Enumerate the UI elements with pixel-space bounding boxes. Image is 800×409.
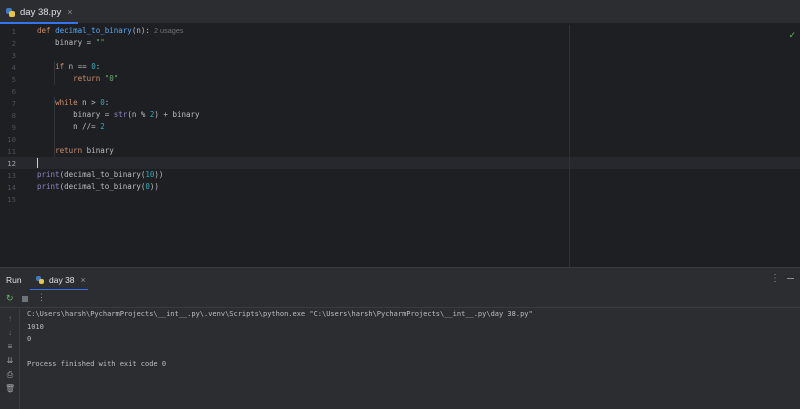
run-toolbar: ↻ ⋮: [0, 290, 800, 308]
console-line: C:\Users\harsh\PycharmProjects\__int__.p…: [27, 310, 533, 318]
code-line: binary = str(n % 2) + binary: [37, 109, 200, 121]
code-line: def decimal_to_binary(n): 2 usages: [37, 25, 184, 37]
code-token: decimal_to_binary: [55, 26, 132, 35]
line-number: 3: [11, 51, 16, 60]
code-token: binary =: [37, 110, 114, 119]
code-token: :: [95, 62, 101, 71]
code-token: )): [149, 182, 159, 191]
check-icon[interactable]: ✓: [788, 30, 796, 41]
code-line: print(decimal_to_binary(0)): [37, 181, 159, 193]
code-token: binary =: [37, 38, 96, 47]
code-token: "0": [104, 74, 119, 83]
print-icon[interactable]: ⎙: [5, 370, 15, 380]
trash-icon[interactable]: 🗑: [5, 384, 15, 393]
code-token: (decimal_to_binary(: [59, 182, 146, 191]
run-tab-label: day 38: [49, 274, 75, 285]
up-arrow-icon[interactable]: ↑: [5, 314, 15, 323]
code-token: return: [73, 74, 105, 83]
line-number: 5: [11, 75, 16, 84]
line-number: 6: [11, 87, 16, 96]
scroll-to-end-icon[interactable]: ⇊: [5, 356, 15, 365]
line-number: 12: [7, 159, 16, 168]
console-line: 0: [27, 335, 32, 343]
more-icon[interactable]: ⋮: [37, 292, 46, 303]
console-side-toolbar: ↑ ↓ ≡ ⇊ ⎙ 🗑: [0, 308, 20, 409]
line-number: 4: [11, 63, 16, 72]
code-editor[interactable]: 1 2 3 4 5 6 7 8 9 10 11 12 13 14 15 def decimal_to_bin…: [0, 25, 800, 267]
line-number: 13: [7, 171, 16, 180]
line-number-gutter: 1 2 3 4 5 6 7 8 9 10 11 12 13 14 15: [0, 25, 36, 267]
code-token: (decimal_to_binary(: [59, 170, 146, 179]
text-caret: [37, 158, 38, 168]
code-token: return: [55, 146, 87, 155]
code-token: (n):: [131, 26, 150, 35]
code-line: if n == 0:: [37, 61, 100, 73]
right-margin-guide: [569, 25, 570, 267]
usages-hint[interactable]: 2 usages: [150, 26, 184, 35]
python-file-icon: [6, 7, 15, 17]
code-token: n //=: [37, 122, 101, 131]
code-token: str: [113, 110, 128, 119]
current-line-highlight: [0, 157, 800, 169]
line-number: 14: [7, 183, 16, 192]
code-line: return "0": [37, 73, 118, 85]
console-line: 1010: [27, 322, 44, 331]
line-number: 7: [11, 99, 16, 108]
minimize-icon[interactable]: [787, 278, 794, 279]
run-tool-window: ↻ ⋮ ↑ ↓ ≡ ⇊ ⎙ 🗑 C:\Users\harsh\PycharmPr…: [0, 290, 800, 409]
code-token: "": [95, 38, 105, 47]
python-file-icon: [36, 275, 44, 284]
code-token: :: [104, 98, 110, 107]
run-tab-day38[interactable]: day 38 ×: [30, 268, 88, 291]
code-token: binary: [86, 146, 114, 155]
line-number: 2: [11, 39, 16, 48]
rerun-icon[interactable]: ↻: [6, 293, 14, 304]
code-line: while n > 0:: [37, 97, 109, 109]
code-token: def: [37, 26, 56, 35]
code-token: if: [55, 62, 69, 71]
code-line: binary = "": [37, 37, 105, 49]
close-run-tab-icon[interactable]: ×: [81, 275, 86, 285]
line-number: 11: [7, 147, 16, 156]
code-token: n ==: [68, 62, 92, 71]
line-number: 15: [7, 195, 16, 204]
line-number: 8: [11, 111, 16, 120]
more-options-icon[interactable]: ⋮: [770, 273, 780, 284]
editor-tab-day38[interactable]: day 38.py ×: [0, 0, 78, 24]
code-token: n >: [82, 98, 101, 107]
stop-icon[interactable]: [22, 296, 28, 302]
run-tool-window-header: Run day 38 × ⋮: [0, 267, 800, 291]
close-tab-icon[interactable]: ×: [67, 7, 72, 17]
line-number: 1: [11, 27, 16, 36]
line-number: 9: [11, 123, 16, 132]
code-token: print: [37, 182, 60, 191]
code-token: (n %: [127, 110, 150, 119]
code-line: return binary: [37, 145, 114, 157]
code-token: )): [154, 170, 164, 179]
run-panel-title: Run: [6, 275, 22, 285]
code-token: ) + binary: [154, 110, 200, 119]
soft-wrap-icon[interactable]: ≡: [5, 342, 15, 351]
down-arrow-icon[interactable]: ↓: [5, 328, 15, 337]
code-line: n //= 2: [37, 121, 105, 133]
code-token: print: [37, 170, 60, 179]
editor-tab-bar: day 38.py ×: [0, 0, 800, 24]
console-line: Process finished with exit code 0: [27, 360, 167, 368]
code-token: while: [55, 98, 83, 107]
line-number: 10: [7, 135, 16, 144]
editor-tab-title: day 38.py: [20, 6, 62, 18]
code-token: 2: [100, 122, 105, 131]
code-line: print(decimal_to_binary(10)): [37, 169, 163, 181]
